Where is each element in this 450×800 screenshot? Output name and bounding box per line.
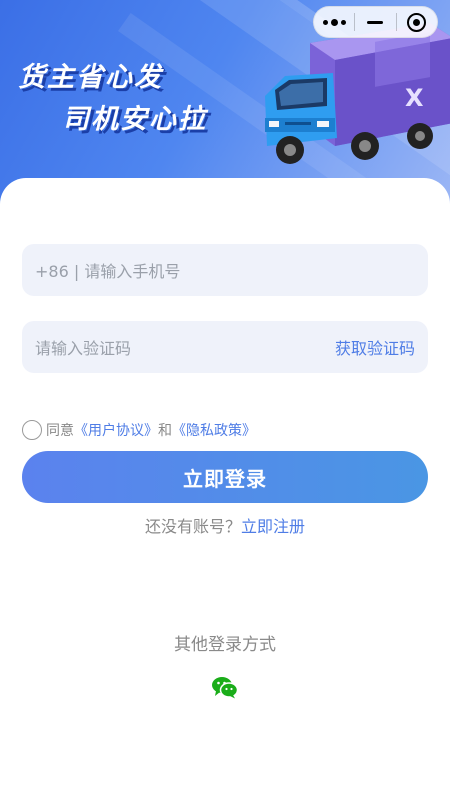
user-agreement-link[interactable]: 《用户协议》 xyxy=(74,420,158,440)
agreement-prefix: 同意 xyxy=(46,423,74,439)
banner-slogan-line1: 货主省心发 xyxy=(18,62,163,93)
no-account-text: 还没有账号？ xyxy=(144,517,241,536)
more-dots-icon xyxy=(322,18,346,26)
mini-program-capsule xyxy=(313,6,438,38)
truck-illustration: X xyxy=(265,23,450,164)
close-button[interactable] xyxy=(397,7,437,37)
register-row: 还没有账号？立即注册 xyxy=(0,513,450,537)
agreement-and: 和 xyxy=(158,423,172,439)
other-login-label: 其他登录方式 xyxy=(174,635,276,655)
truck-badge-text: X xyxy=(405,84,424,112)
wechat-login-icon[interactable] xyxy=(211,675,239,699)
agreement-checkbox[interactable] xyxy=(22,420,42,440)
get-code-button[interactable]: 获取验证码 xyxy=(335,335,415,359)
phone-input[interactable]: +86 | 请输入手机号 xyxy=(22,244,428,296)
verification-code-input[interactable]: 请输入验证码 获取验证码 xyxy=(22,321,428,373)
privacy-policy-link[interactable]: 《隐私政策》 xyxy=(172,420,256,440)
agreement-row: 同意 《用户协议》 和 《隐私政策》 xyxy=(22,420,256,440)
register-link[interactable]: 立即注册 xyxy=(241,517,305,536)
minimize-icon xyxy=(367,20,384,24)
login-button[interactable]: 立即登录 xyxy=(22,451,428,503)
header-banner: 货主省心发 司机安心拉 X xyxy=(0,0,450,205)
phone-placeholder: +86 | 请输入手机号 xyxy=(35,262,181,281)
code-placeholder: 请输入验证码 xyxy=(35,339,132,358)
more-button[interactable] xyxy=(314,7,354,37)
minimize-button[interactable] xyxy=(355,7,395,37)
circle-target-icon xyxy=(407,12,427,32)
banner-slogan-line2: 司机安心拉 xyxy=(62,104,207,135)
login-card: +86 | 请输入手机号 请输入验证码 获取验证码 同意 《用户协议》 和 《隐… xyxy=(0,178,450,800)
